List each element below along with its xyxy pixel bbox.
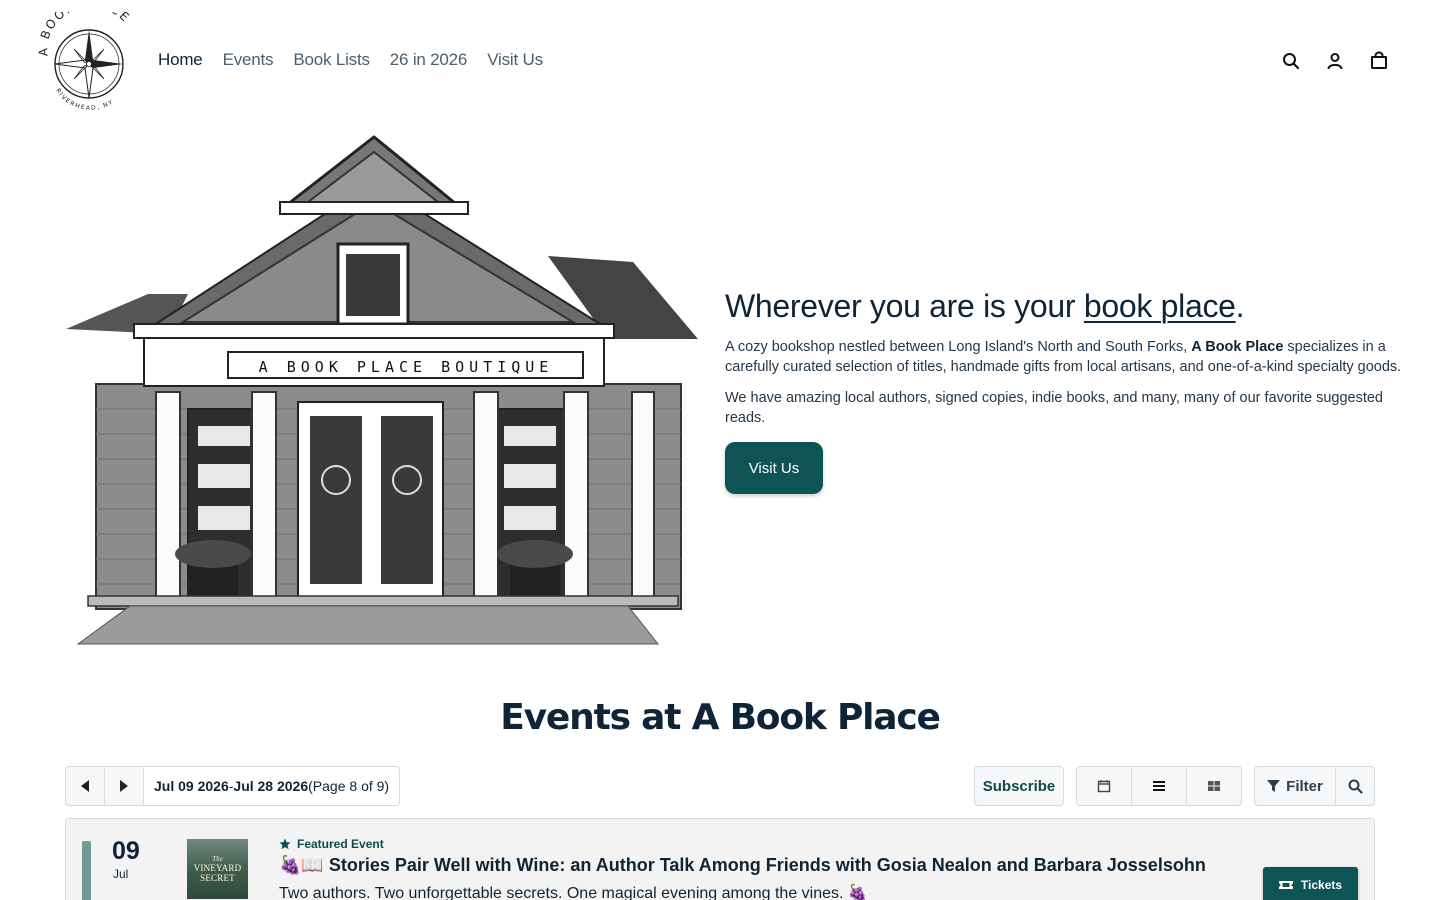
storefront-illustration: A BOOK PLACE BOUTIQUE	[48, 134, 708, 664]
featured-label: Featured Event	[297, 837, 384, 851]
next-page-button[interactable]	[105, 767, 144, 805]
list-view-button[interactable]	[1132, 767, 1187, 805]
hero-title-prefix: Wherever you are is your	[725, 288, 1084, 324]
compass-logo-icon: A BOOK PLACE RIVERHEAD, NY	[36, 0, 131, 112]
illustration-sign-text: A BOOK PLACE BOUTIQUE	[259, 358, 554, 376]
ticket-icon	[1278, 881, 1293, 889]
event-month: Jul	[113, 867, 129, 881]
filter-button[interactable]: Filter	[1254, 766, 1336, 806]
filter-icon	[1267, 780, 1281, 792]
grid-icon	[1208, 781, 1220, 791]
page-info: (Page 8 of 9)	[308, 778, 390, 794]
caret-right-icon	[120, 780, 128, 792]
view-toggle-group	[1076, 766, 1242, 806]
calendar-icon	[1097, 780, 1111, 793]
calendar-view-button[interactable]	[1077, 767, 1132, 805]
logo-bottom-text: RIVERHEAD, NY	[54, 87, 113, 112]
event-day: 09	[112, 837, 140, 865]
hero-title-link[interactable]: book place	[1084, 288, 1236, 324]
header-actions	[1280, 48, 1390, 74]
thumb-line-1: The	[212, 855, 223, 863]
account-icon[interactable]	[1324, 48, 1346, 74]
hero-text: Wherever you are is your book place. A c…	[725, 286, 1405, 494]
hero-title: Wherever you are is your book place.	[725, 286, 1405, 326]
range-end: Jul 28 2026	[233, 778, 309, 794]
subscribe-button[interactable]: Subscribe	[974, 766, 1064, 806]
tickets-label: Tickets	[1300, 878, 1343, 892]
site-logo[interactable]: A BOOK PLACE RIVERHEAD, NY	[36, 0, 142, 112]
range-start: Jul 09 2026	[154, 778, 229, 794]
svg-text:RIVERHEAD, NY: RIVERHEAD, NY	[54, 87, 115, 112]
grid-view-button[interactable]	[1187, 767, 1241, 805]
nav-book-lists[interactable]: Book Lists	[293, 50, 370, 70]
filter-label: Filter	[1286, 777, 1323, 795]
tickets-button[interactable]: Tickets	[1263, 867, 1358, 900]
hero-paragraph-2: We have amazing local authors, signed co…	[725, 390, 1383, 426]
hero-p1-before: A cozy bookshop nestled between Long Isl…	[725, 339, 1192, 355]
search-icon	[1348, 779, 1363, 794]
main-nav: Home Events Book Lists 26 in 2026 Visit …	[158, 50, 543, 70]
star-icon	[279, 838, 291, 850]
cart-icon[interactable]	[1368, 48, 1390, 74]
featured-badge: Featured Event	[279, 837, 384, 851]
event-card[interactable]: 09 Jul The VINEYARD SECRET Featured Even…	[65, 818, 1375, 900]
list-icon	[1153, 781, 1165, 791]
date-range-label: Jul 09 2026 - Jul 28 2026 (Page 8 of 9)	[144, 767, 400, 805]
event-description: Two authors. Two unforgettable secrets. …	[279, 885, 868, 900]
visit-us-button[interactable]: Visit Us	[725, 442, 823, 494]
nav-26-in-2026[interactable]: 26 in 2026	[390, 50, 468, 70]
event-accent-bar	[82, 841, 91, 900]
previous-page-button[interactable]	[66, 767, 105, 805]
event-title[interactable]: 🍇📖 Stories Pair Well with Wine: an Autho…	[279, 855, 1206, 876]
thumb-line-2: VINEYARD SECRET	[193, 863, 242, 883]
nav-visit-us[interactable]: Visit Us	[487, 50, 543, 70]
nav-events[interactable]: Events	[223, 50, 274, 70]
event-search-button[interactable]	[1335, 766, 1375, 806]
hero-title-suffix: .	[1235, 288, 1245, 324]
event-thumbnail[interactable]: The VINEYARD SECRET	[187, 839, 248, 899]
caret-left-icon	[81, 780, 89, 792]
events-heading: Events at A Book Place	[500, 697, 941, 738]
hero-paragraph-1: A cozy bookshop nestled between Long Isl…	[725, 338, 1405, 377]
events-toolbar: Jul 09 2026 - Jul 28 2026 (Page 8 of 9) …	[65, 766, 1375, 806]
site-header: A BOOK PLACE RIVERHEAD, NY Home Events B…	[0, 0, 1440, 120]
search-icon[interactable]	[1280, 48, 1302, 74]
hero-p1-bold: A Book Place	[1191, 339, 1284, 355]
nav-home[interactable]: Home	[158, 50, 203, 70]
date-nav-group: Jul 09 2026 - Jul 28 2026 (Page 8 of 9)	[65, 766, 401, 806]
